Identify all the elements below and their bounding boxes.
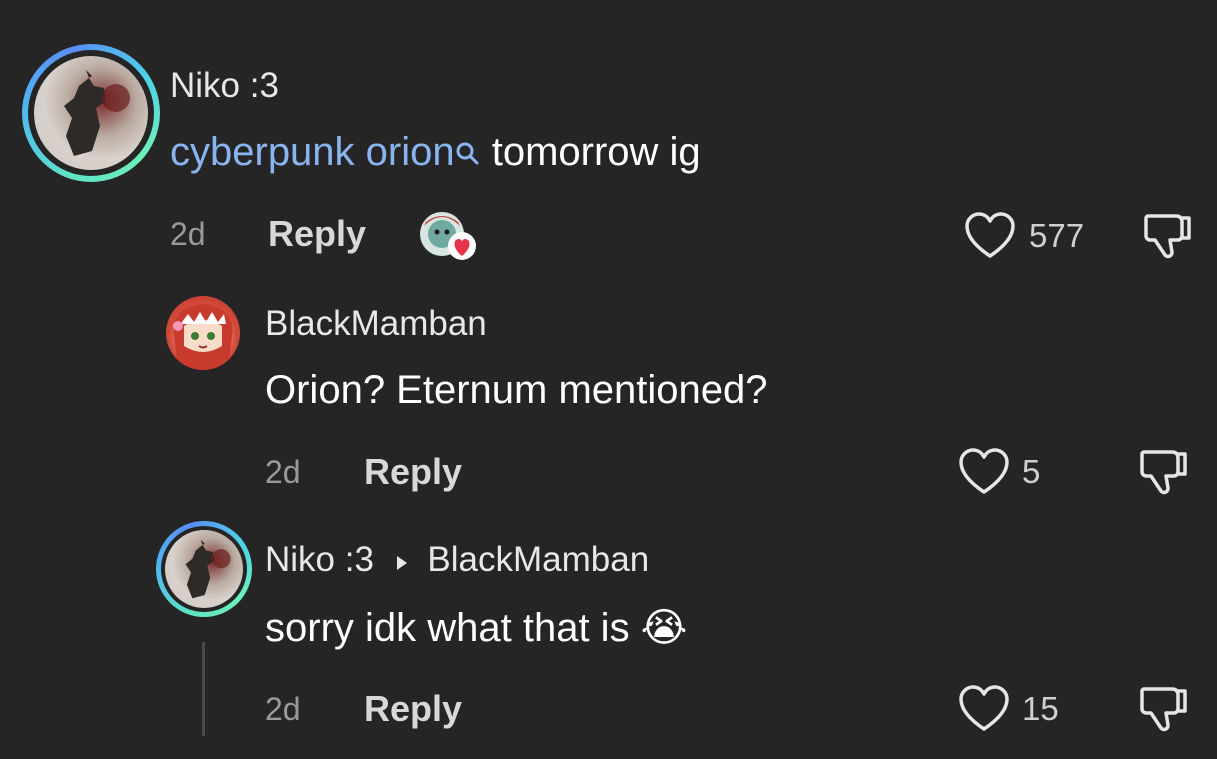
comment-1-like-count: 577 (1029, 217, 1085, 254)
comment-3-dislike-icon[interactable] (1138, 683, 1190, 735)
comment-3-text: sorry idk what that is 😭 (265, 606, 688, 650)
comment-3-like-icon[interactable] (958, 685, 1010, 733)
comment-1-reply-button[interactable]: Reply (268, 213, 366, 255)
comment-2-dislike-icon[interactable] (1138, 446, 1190, 498)
comment-3-age: 2d (265, 691, 301, 727)
comment-1-text: cyberpunk orion tomorrow ig (170, 130, 701, 177)
comment-3-username[interactable]: Niko :3 (265, 540, 374, 579)
comment-2-text: Orion? Eternum mentioned? (265, 368, 768, 412)
anime-girl-avatar-icon (173, 304, 233, 370)
reply-arrow-icon (394, 542, 410, 582)
comment-2-username[interactable]: BlackMamban (265, 304, 487, 344)
comment-2-age: 2d (265, 454, 301, 490)
wolf-avatar-icon (34, 56, 148, 170)
comment-1-age: 2d (170, 216, 206, 252)
comment-3-reply-button[interactable]: Reply (364, 688, 462, 730)
comment-3-username-row: Niko :3 BlackMamban (265, 540, 649, 582)
search-link[interactable]: cyberpunk orion (170, 130, 455, 174)
comment-2-like-icon[interactable] (958, 448, 1010, 496)
comment-1-text-rest: tomorrow ig (480, 130, 701, 174)
comment-2-avatar[interactable] (166, 296, 240, 370)
comment-1-like-icon[interactable] (964, 212, 1016, 260)
comment-1-dislike-icon[interactable] (1142, 210, 1194, 262)
comment-2-reply-button[interactable]: Reply (364, 451, 462, 493)
comment-3-avatar[interactable] (156, 521, 252, 617)
creator-heart-reaction-icon (418, 208, 482, 264)
thread-line (202, 642, 205, 736)
comment-3-like-count: 15 (1022, 690, 1059, 727)
comment-2-like-count: 5 (1022, 453, 1041, 490)
comment-1-username[interactable]: Niko :3 (170, 66, 279, 106)
wolf-avatar-icon (165, 530, 243, 608)
comment-3-reply-to[interactable]: BlackMamban (427, 540, 649, 579)
comment-1-avatar[interactable] (22, 44, 160, 182)
search-icon[interactable] (455, 132, 481, 177)
